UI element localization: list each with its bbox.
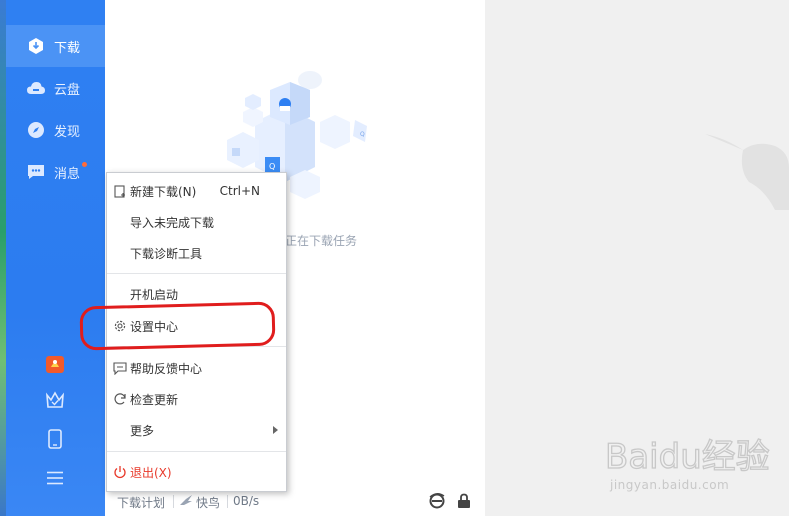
fast-bird-link[interactable]: 快鸟	[196, 494, 220, 511]
menu-item-label: 开机启动	[130, 287, 179, 302]
sidebar-item-download[interactable]: 下载	[6, 25, 105, 67]
menu-icon[interactable]	[43, 466, 67, 490]
message-icon	[26, 162, 46, 182]
cloud-icon	[26, 78, 46, 98]
menu-item-label: 下载诊断工具	[130, 246, 203, 261]
menu-item-label: 退出(X)	[130, 465, 172, 480]
watermark-logo-text: Baidu经验	[605, 437, 770, 477]
phone-icon[interactable]	[43, 427, 67, 451]
sidebar-item-label: 下载	[54, 40, 81, 56]
power-icon	[113, 465, 127, 479]
menu-item-label: 新建下载(N)	[130, 184, 197, 199]
menu-item-diagnostic-tool[interactable]: 下载诊断工具	[107, 238, 286, 268]
annotation-highlight-circle	[79, 301, 276, 351]
hummingbird-watermark-icon	[705, 134, 789, 210]
empty-state-text: 正在下载任务	[285, 234, 358, 248]
new-download-icon	[113, 184, 127, 198]
menu-item-label: 导入未完成下载	[130, 215, 215, 230]
watermark-url: jingyan.baidu.com	[610, 478, 730, 492]
divider	[173, 495, 174, 508]
sidebar-item-cloud[interactable]: 云盘	[6, 67, 105, 109]
ie-icon[interactable]	[429, 493, 445, 512]
download-icon	[26, 36, 46, 56]
shortcut-label: Ctrl+N	[219, 184, 260, 198]
menu-item-more[interactable]: 更多	[107, 415, 286, 445]
download-speed: 0B/s	[233, 494, 260, 508]
compass-icon	[26, 120, 46, 140]
menu-item-help-feedback[interactable]: 帮助反馈中心	[107, 353, 286, 383]
sidebar-item-discover[interactable]: 发现	[6, 109, 105, 151]
menu-item-new-download[interactable]: 新建下载(N) Ctrl+N	[107, 176, 286, 206]
menu-item-import-unfinished[interactable]: 导入未完成下载	[107, 207, 286, 237]
menu-separator	[107, 273, 286, 274]
menu-item-label: 更多	[130, 423, 155, 438]
sidebar-item-label: 消息	[54, 166, 81, 182]
bird-icon	[179, 493, 193, 510]
menu-item-label: 检查更新	[130, 392, 179, 407]
game-icon[interactable]	[43, 352, 67, 376]
sidebar-item-label: 发现	[54, 124, 81, 140]
menu-item-exit[interactable]: 退出(X)	[107, 457, 286, 487]
lock-icon[interactable]	[457, 493, 471, 512]
crown-icon[interactable]	[43, 388, 67, 412]
svg-text:Q: Q	[360, 131, 365, 138]
sidebar-item-label: 云盘	[54, 82, 81, 98]
download-plan-link[interactable]: 下载计划	[117, 494, 165, 511]
menu-separator	[107, 451, 286, 452]
sidebar-item-message[interactable]: 消息	[6, 151, 105, 193]
unread-badge	[82, 162, 87, 167]
menu-item-label: 帮助反馈中心	[130, 361, 203, 376]
help-chat-icon	[113, 361, 127, 375]
submenu-arrow-icon	[273, 426, 278, 434]
svg-text:Q: Q	[269, 162, 275, 171]
refresh-icon	[113, 392, 127, 406]
menu-item-check-update[interactable]: 检查更新	[107, 384, 286, 414]
divider	[227, 495, 228, 508]
sidebar: 下载 云盘 发现 消息	[6, 0, 105, 516]
